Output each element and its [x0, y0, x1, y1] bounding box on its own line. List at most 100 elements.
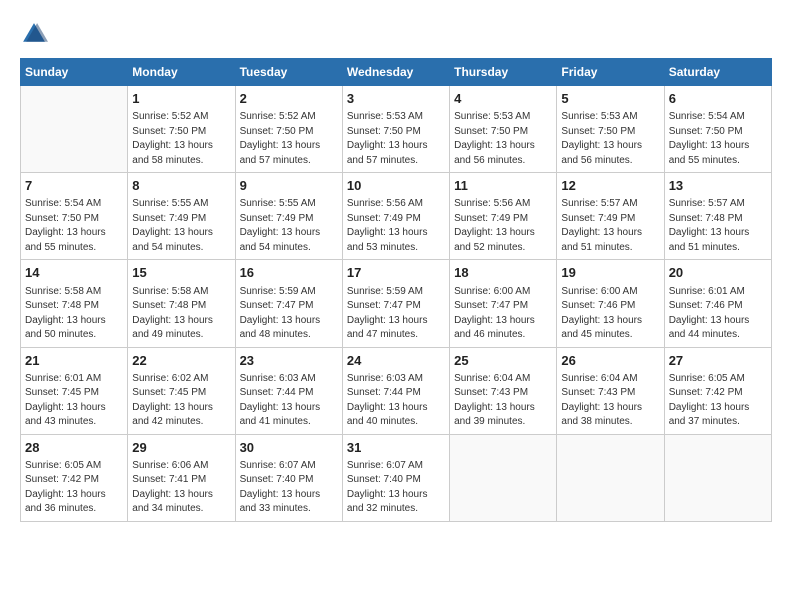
day-number: 9 [240, 177, 338, 195]
calendar-week-4: 21 Sunrise: 6:01 AMSunset: 7:45 PMDayligh… [21, 347, 772, 434]
day-number: 19 [561, 264, 659, 282]
calendar-cell: 18 Sunrise: 6:00 AMSunset: 7:47 PMDayligh… [450, 260, 557, 347]
calendar-cell: 7Sunrise: 5:54 AMSunset: 7:50 PMDaylight… [21, 173, 128, 260]
calendar-cell: 19 Sunrise: 6:00 AMSunset: 7:46 PMDayligh… [557, 260, 664, 347]
calendar-header: SundayMondayTuesdayWednesdayThursdayFrid… [21, 59, 772, 86]
day-number: 15 [132, 264, 230, 282]
day-number: 8 [132, 177, 230, 195]
day-number: 5 [561, 90, 659, 108]
day-number: 28 [25, 439, 123, 457]
day-info: Sunrise: 6:02 AMSunset: 7:45 PMDaylight:… [132, 372, 230, 430]
day-info: Sunrise: 6:07 AMSunset: 7:40 PMDaylight:… [240, 459, 338, 517]
day-info: Sunrise: 5:56 AMSunset: 7:49 PMDaylight:… [454, 197, 552, 255]
day-info: Sunrise: 5:57 AMSunset: 7:49 PMDaylight:… [561, 197, 659, 255]
day-info: Sunrise: 5:53 AMSunset: 7:50 PMDaylight:… [561, 110, 659, 168]
weekday-header-saturday: Saturday [664, 59, 771, 86]
calendar-cell: 6 Sunrise: 5:54 AMSunset: 7:50 PMDaylight… [664, 86, 771, 173]
calendar-cell: 22 Sunrise: 6:02 AMSunset: 7:45 PMDayligh… [128, 347, 235, 434]
day-info: Sunrise: 5:52 AMSunset: 7:50 PMDaylight:… [240, 110, 338, 168]
calendar-cell: 16 Sunrise: 5:59 AMSunset: 7:47 PMDayligh… [235, 260, 342, 347]
day-number: 1 [132, 90, 230, 108]
day-number: 30 [240, 439, 338, 457]
weekday-header-friday: Friday [557, 59, 664, 86]
day-info: Sunrise: 6:00 AMSunset: 7:46 PMDaylight:… [561, 285, 659, 343]
day-number: 26 [561, 352, 659, 370]
calendar-cell: 30 Sunrise: 6:07 AMSunset: 7:40 PMDayligh… [235, 434, 342, 521]
calendar-cell: 5 Sunrise: 5:53 AMSunset: 7:50 PMDaylight… [557, 86, 664, 173]
calendar-cell [557, 434, 664, 521]
calendar-cell: 28 Sunrise: 6:05 AMSunset: 7:42 PMDayligh… [21, 434, 128, 521]
weekday-header-thursday: Thursday [450, 59, 557, 86]
day-number: 4 [454, 90, 552, 108]
day-info: Sunrise: 5:54 AMSunset: 7:50 PMDaylight:… [669, 110, 767, 168]
calendar-table: SundayMondayTuesdayWednesdayThursdayFrid… [20, 58, 772, 522]
day-number: 14 [25, 264, 123, 282]
calendar-cell [664, 434, 771, 521]
calendar-cell: 17 Sunrise: 5:59 AMSunset: 7:47 PMDayligh… [342, 260, 449, 347]
calendar-cell: 23Sunrise: 6:03 AMSunset: 7:44 PMDayligh… [235, 347, 342, 434]
day-info: Sunrise: 5:53 AMSunset: 7:50 PMDaylight:… [347, 110, 445, 168]
day-info: Sunrise: 6:01 AMSunset: 7:46 PMDaylight:… [669, 285, 767, 343]
day-info: Sunrise: 6:04 AMSunset: 7:43 PMDaylight:… [454, 372, 552, 430]
calendar-cell: 3Sunrise: 5:53 AMSunset: 7:50 PMDaylight… [342, 86, 449, 173]
weekday-row: SundayMondayTuesdayWednesdayThursdayFrid… [21, 59, 772, 86]
day-number: 10 [347, 177, 445, 195]
day-number: 17 [347, 264, 445, 282]
day-number: 21 [25, 352, 123, 370]
day-info: Sunrise: 5:56 AMSunset: 7:49 PMDaylight:… [347, 197, 445, 255]
calendar-week-5: 28 Sunrise: 6:05 AMSunset: 7:42 PMDayligh… [21, 434, 772, 521]
calendar-cell: 11 Sunrise: 5:56 AMSunset: 7:49 PMDayligh… [450, 173, 557, 260]
calendar-week-3: 14 Sunrise: 5:58 AMSunset: 7:48 PMDayligh… [21, 260, 772, 347]
calendar-cell: 24Sunrise: 6:03 AMSunset: 7:44 PMDayligh… [342, 347, 449, 434]
day-info: Sunrise: 5:58 AMSunset: 7:48 PMDaylight:… [25, 285, 123, 343]
calendar-cell: 14 Sunrise: 5:58 AMSunset: 7:48 PMDayligh… [21, 260, 128, 347]
day-number: 22 [132, 352, 230, 370]
calendar-cell: 20 Sunrise: 6:01 AMSunset: 7:46 PMDayligh… [664, 260, 771, 347]
calendar-cell: 27Sunrise: 6:05 AMSunset: 7:42 PMDayligh… [664, 347, 771, 434]
day-info: Sunrise: 5:59 AMSunset: 7:47 PMDaylight:… [240, 285, 338, 343]
calendar-cell: 15Sunrise: 5:58 AMSunset: 7:48 PMDayligh… [128, 260, 235, 347]
day-number: 6 [669, 90, 767, 108]
day-number: 13 [669, 177, 767, 195]
day-info: Sunrise: 6:03 AMSunset: 7:44 PMDaylight:… [240, 372, 338, 430]
calendar-week-1: 1 Sunrise: 5:52 AMSunset: 7:50 PMDaylight… [21, 86, 772, 173]
calendar-cell: 4 Sunrise: 5:53 AMSunset: 7:50 PMDaylight… [450, 86, 557, 173]
calendar-body: 1 Sunrise: 5:52 AMSunset: 7:50 PMDaylight… [21, 86, 772, 522]
calendar-cell: 9Sunrise: 5:55 AMSunset: 7:49 PMDaylight… [235, 173, 342, 260]
day-info: Sunrise: 5:59 AMSunset: 7:47 PMDaylight:… [347, 285, 445, 343]
day-info: Sunrise: 6:06 AMSunset: 7:41 PMDaylight:… [132, 459, 230, 517]
logo [20, 20, 52, 48]
day-number: 29 [132, 439, 230, 457]
weekday-header-sunday: Sunday [21, 59, 128, 86]
calendar-week-2: 7Sunrise: 5:54 AMSunset: 7:50 PMDaylight… [21, 173, 772, 260]
calendar-cell: 1 Sunrise: 5:52 AMSunset: 7:50 PMDaylight… [128, 86, 235, 173]
calendar-cell: 10 Sunrise: 5:56 AMSunset: 7:49 PMDayligh… [342, 173, 449, 260]
day-number: 16 [240, 264, 338, 282]
day-info: Sunrise: 6:05 AMSunset: 7:42 PMDaylight:… [669, 372, 767, 430]
calendar-cell: 21 Sunrise: 6:01 AMSunset: 7:45 PMDayligh… [21, 347, 128, 434]
calendar-cell: 8 Sunrise: 5:55 AMSunset: 7:49 PMDaylight… [128, 173, 235, 260]
day-info: Sunrise: 6:05 AMSunset: 7:42 PMDaylight:… [25, 459, 123, 517]
day-number: 20 [669, 264, 767, 282]
day-number: 2 [240, 90, 338, 108]
calendar-cell: 26 Sunrise: 6:04 AMSunset: 7:43 PMDayligh… [557, 347, 664, 434]
day-info: Sunrise: 6:04 AMSunset: 7:43 PMDaylight:… [561, 372, 659, 430]
day-info: Sunrise: 5:55 AMSunset: 7:49 PMDaylight:… [132, 197, 230, 255]
day-info: Sunrise: 5:53 AMSunset: 7:50 PMDaylight:… [454, 110, 552, 168]
calendar-cell: 29 Sunrise: 6:06 AMSunset: 7:41 PMDayligh… [128, 434, 235, 521]
day-info: Sunrise: 6:00 AMSunset: 7:47 PMDaylight:… [454, 285, 552, 343]
day-number: 18 [454, 264, 552, 282]
day-info: Sunrise: 6:01 AMSunset: 7:45 PMDaylight:… [25, 372, 123, 430]
weekday-header-monday: Monday [128, 59, 235, 86]
weekday-header-tuesday: Tuesday [235, 59, 342, 86]
day-number: 12 [561, 177, 659, 195]
page-header [20, 20, 772, 48]
day-info: Sunrise: 5:52 AMSunset: 7:50 PMDaylight:… [132, 110, 230, 168]
day-number: 11 [454, 177, 552, 195]
day-number: 25 [454, 352, 552, 370]
calendar-cell [21, 86, 128, 173]
day-info: Sunrise: 6:07 AMSunset: 7:40 PMDaylight:… [347, 459, 445, 517]
logo-icon [20, 20, 48, 48]
day-number: 24 [347, 352, 445, 370]
calendar-cell: 12 Sunrise: 5:57 AMSunset: 7:49 PMDayligh… [557, 173, 664, 260]
